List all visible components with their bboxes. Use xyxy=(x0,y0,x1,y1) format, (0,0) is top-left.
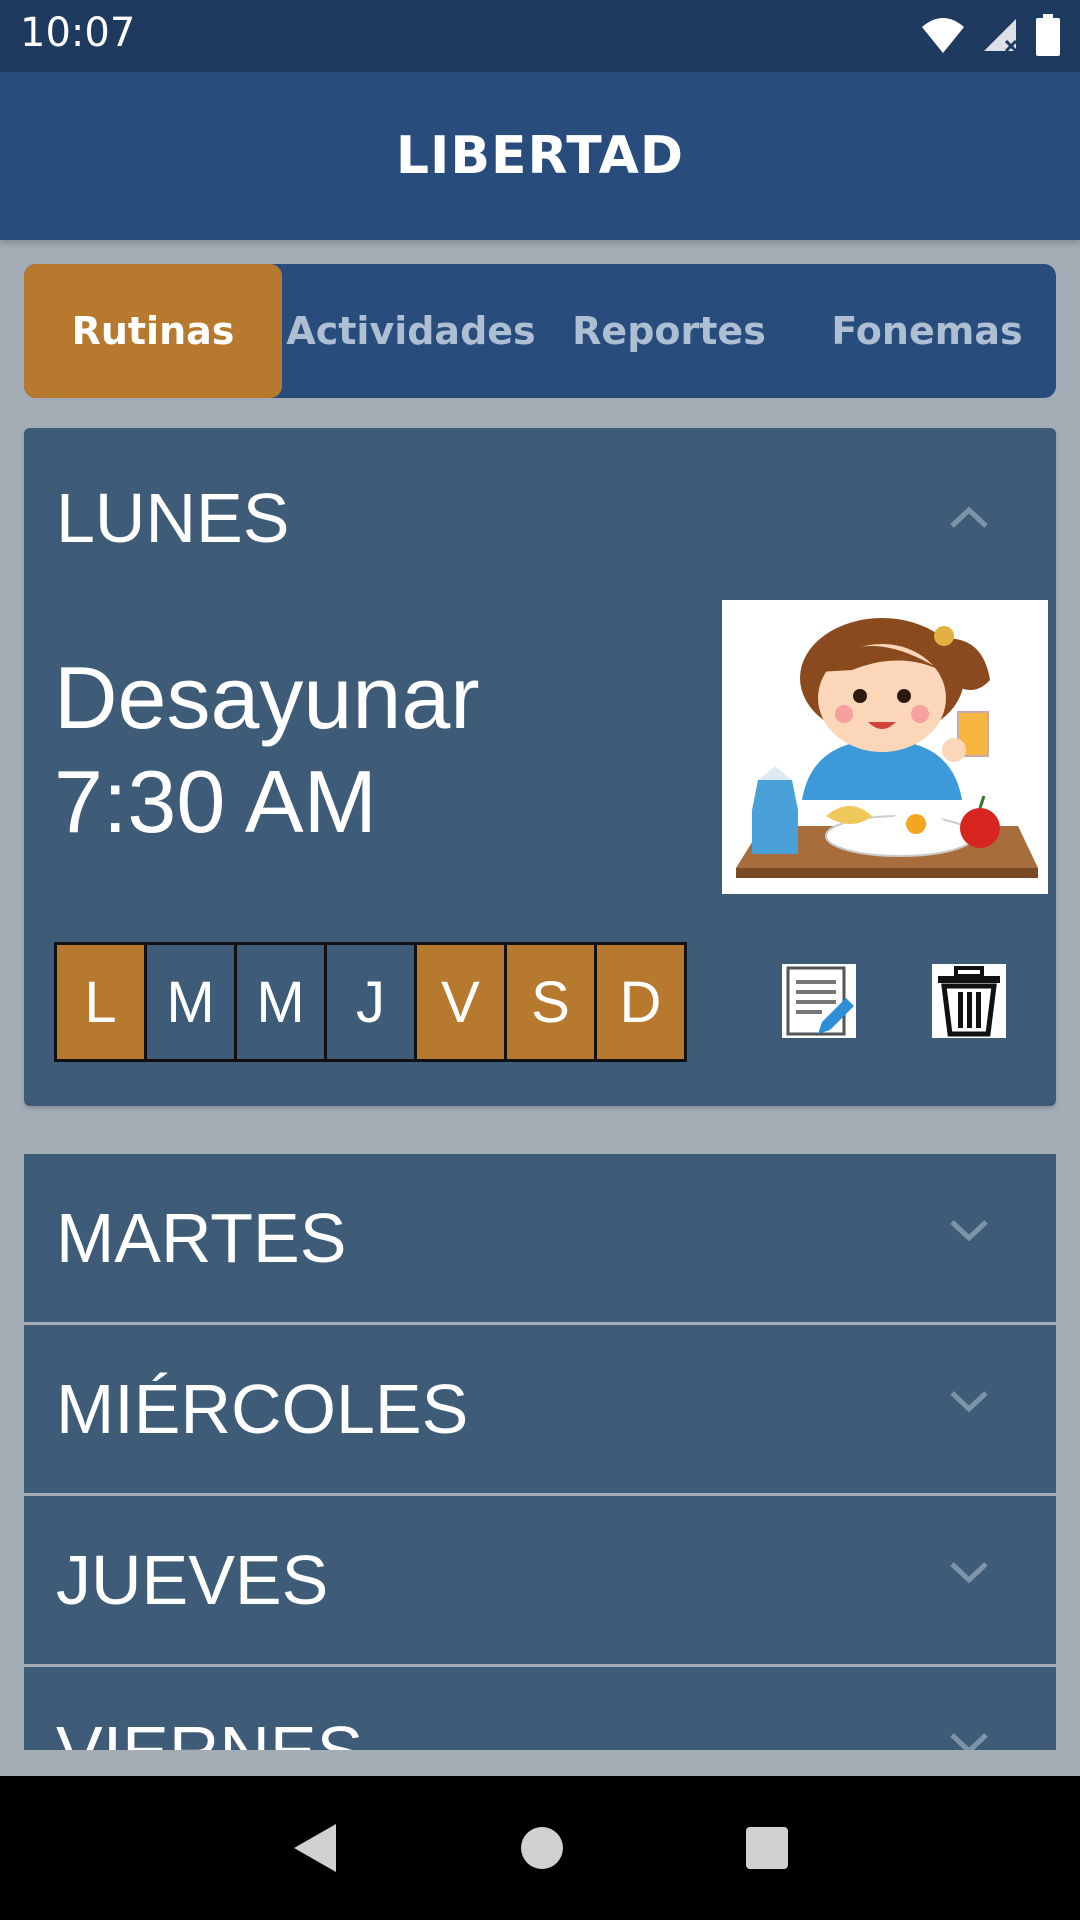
back-icon[interactable] xyxy=(290,1822,340,1874)
day-toggle-lunes[interactable]: L xyxy=(57,945,144,1059)
list-bottom-edge xyxy=(0,1750,1080,1776)
delete-routine-button[interactable] xyxy=(932,964,1006,1038)
routine-name: Desayunar xyxy=(54,648,480,747)
app-bar: LIBERTAD xyxy=(0,72,1080,240)
day-toggle-sabado[interactable]: S xyxy=(507,945,594,1059)
day-toggle-miercoles[interactable]: M xyxy=(237,945,324,1059)
tab-rutinas[interactable]: Rutinas xyxy=(24,264,282,398)
system-nav-bar xyxy=(0,1776,1080,1920)
chevron-down-icon xyxy=(950,1220,988,1242)
day-label-jueves: JUEVES xyxy=(56,1541,329,1619)
weekday-selector: L M M J V S D xyxy=(54,942,687,1062)
day-toggle-martes[interactable]: M xyxy=(147,945,234,1059)
chevron-down-icon xyxy=(950,1391,988,1413)
signal-icon xyxy=(984,19,1018,53)
day-card-lunes: LUNES Desayunar 7:30 AM L M M J V S D xyxy=(24,428,1056,1106)
day-toggle-domingo[interactable]: D xyxy=(597,945,684,1059)
status-bar: 10:07 xyxy=(0,0,1080,72)
status-icons xyxy=(920,14,1060,56)
tab-bar: Rutinas Actividades Reportes Fonemas xyxy=(24,264,1056,398)
chevron-up-icon[interactable] xyxy=(948,502,990,532)
recents-icon[interactable] xyxy=(744,1825,790,1871)
day-row-miercoles[interactable]: MIÉRCOLES xyxy=(24,1325,1056,1493)
tab-reportes[interactable]: Reportes xyxy=(540,264,798,398)
day-row-martes[interactable]: MARTES xyxy=(24,1154,1056,1322)
day-row-viernes[interactable]: VIERNES xyxy=(24,1667,1056,1753)
day-toggle-viernes[interactable]: V xyxy=(417,945,504,1059)
battery-icon xyxy=(1036,14,1060,56)
home-icon[interactable] xyxy=(519,1825,565,1871)
day-row-jueves[interactable]: JUEVES xyxy=(24,1496,1056,1664)
tab-actividades[interactable]: Actividades xyxy=(282,264,540,398)
status-time: 10:07 xyxy=(20,10,136,56)
trash-icon xyxy=(938,966,1000,1037)
day-toggle-jueves[interactable]: J xyxy=(327,945,414,1059)
app-title: LIBERTAD xyxy=(395,126,685,186)
edit-icon xyxy=(786,966,854,1036)
day-header-lunes[interactable]: LUNES xyxy=(56,478,289,558)
edit-routine-button[interactable] xyxy=(782,964,856,1038)
girl-eating-breakfast-image xyxy=(722,600,1048,894)
wifi-icon xyxy=(922,18,964,53)
day-label-viernes: VIERNES xyxy=(56,1712,364,1753)
tab-fonemas[interactable]: Fonemas xyxy=(798,264,1056,398)
routine-time: 7:30 AM xyxy=(54,752,377,851)
day-label-miercoles: MIÉRCOLES xyxy=(56,1370,469,1448)
day-label-martes: MARTES xyxy=(56,1199,347,1277)
chevron-down-icon xyxy=(950,1562,988,1584)
